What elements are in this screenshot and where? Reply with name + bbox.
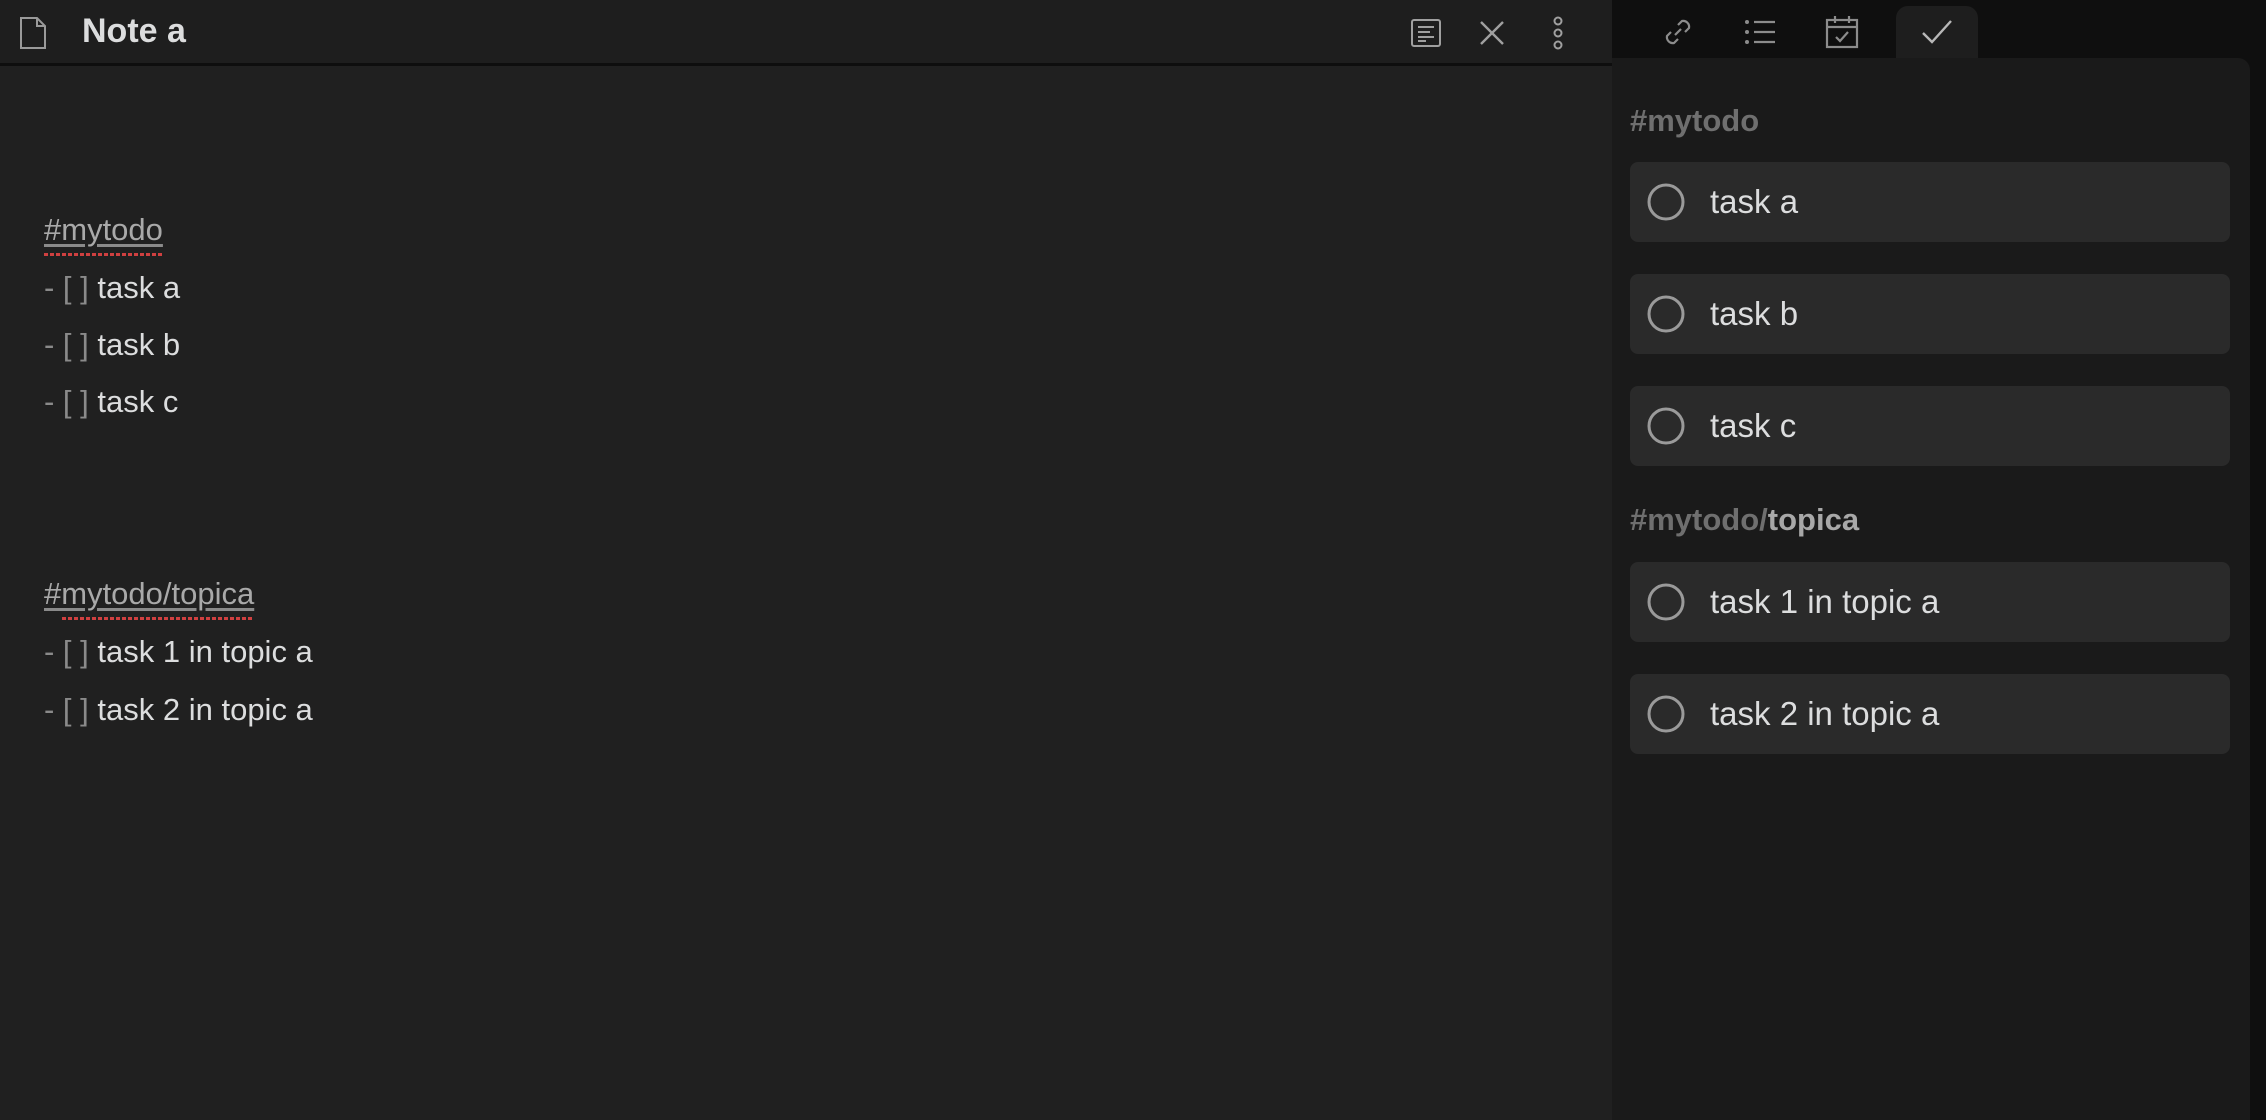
group-heading-leaf: topica — [1767, 502, 1860, 537]
circle-checkbox-icon[interactable] — [1646, 694, 1686, 734]
editor-task-line[interactable]: - [ ] task a — [44, 268, 180, 308]
circle-checkbox-icon[interactable] — [1646, 294, 1686, 334]
reading-view-button[interactable] — [1406, 13, 1446, 53]
group-heading-prefix: #mytodo — [1630, 103, 1760, 138]
right-sidebar: #mytodo task a task b task c #mytodo/top… — [1612, 0, 2266, 1120]
note-title[interactable]: Note a — [82, 11, 186, 51]
task-text: task 1 in topic a — [97, 634, 313, 669]
checkbox-markdown: - [ ] — [44, 270, 89, 305]
editor-tag-line[interactable]: #mytodo — [44, 210, 163, 256]
editor-tag-line[interactable]: #mytodo/topica — [44, 574, 255, 620]
circle-checkbox-icon[interactable] — [1646, 582, 1686, 622]
editor-pane: Note a #mytodo - [] task a - [] task b… — [0, 0, 1612, 1120]
task-card[interactable]: task 1 in topic a — [1630, 562, 2230, 642]
editor-task-line[interactable]: - [ ] task c — [44, 382, 178, 422]
spellcheck-underline — [62, 617, 255, 620]
group-heading-mytodo-topica[interactable]: #mytodo/topica — [1630, 500, 1859, 540]
close-icon — [1480, 21, 1504, 45]
tab-backlinks[interactable] — [1638, 6, 1718, 58]
sidebar-scrollbar[interactable] — [2250, 58, 2266, 1120]
task-text: task 2 in topic a — [97, 692, 313, 727]
tab-todos[interactable] — [1896, 6, 1978, 58]
more-options-button[interactable] — [1538, 13, 1578, 53]
task-text: task a — [97, 270, 181, 305]
file-icon — [20, 17, 46, 49]
close-button[interactable] — [1472, 13, 1512, 53]
tab-outline[interactable] — [1720, 6, 1800, 58]
task-card[interactable]: task 2 in topic a — [1630, 674, 2230, 754]
task-text: task b — [97, 327, 181, 362]
editor-task-line[interactable]: - [ ] task b — [44, 325, 180, 365]
task-card[interactable]: task a — [1630, 162, 2230, 242]
todo-panel: #mytodo task a task b task c #mytodo/top… — [1612, 58, 2250, 1120]
editor-task-line[interactable]: - [ ] task 2 in topic a — [44, 690, 313, 730]
reading-view-icon — [1411, 19, 1441, 47]
task-card[interactable]: task b — [1630, 274, 2230, 354]
more-vertical-icon — [1553, 16, 1563, 50]
app-window: Note a #mytodo - [] task a - [] task b… — [0, 0, 2266, 1120]
task-text: task c — [97, 384, 179, 419]
task-card[interactable]: task c — [1630, 386, 2230, 466]
checkbox-markdown: - [ ] — [44, 327, 89, 362]
list-icon — [1745, 20, 1775, 44]
checkbox-markdown: - [ ] — [44, 692, 89, 727]
group-heading-prefix: #mytodo/ — [1630, 502, 1768, 537]
editor-header: Note a — [0, 0, 1612, 66]
calendar-check-icon — [1825, 16, 1859, 49]
checkbox-markdown: - [ ] — [44, 384, 89, 419]
group-heading-mytodo[interactable]: #mytodo — [1630, 101, 1759, 141]
link-icon — [1665, 19, 1691, 45]
checkmark-icon — [1922, 20, 1952, 44]
checkbox-markdown: - [ ] — [44, 634, 89, 669]
editor-task-line[interactable]: - [ ] task 1 in topic a — [44, 632, 313, 672]
sidebar-tab-bar — [1612, 0, 2266, 58]
circle-checkbox-icon[interactable] — [1646, 406, 1686, 446]
task-label: task b — [1710, 295, 1799, 332]
tag-mytodo[interactable]: #mytodo — [44, 212, 163, 256]
tab-calendar[interactable] — [1802, 6, 1882, 58]
task-label: task 1 in topic a — [1710, 583, 1940, 620]
task-label: task a — [1710, 183, 1799, 220]
tag-mytodo-topica[interactable]: #mytodo/topica — [44, 576, 255, 620]
circle-checkbox-icon[interactable] — [1646, 182, 1686, 222]
task-label: task c — [1710, 407, 1797, 444]
task-label: task 2 in topic a — [1710, 695, 1940, 732]
spellcheck-underline — [44, 253, 163, 256]
